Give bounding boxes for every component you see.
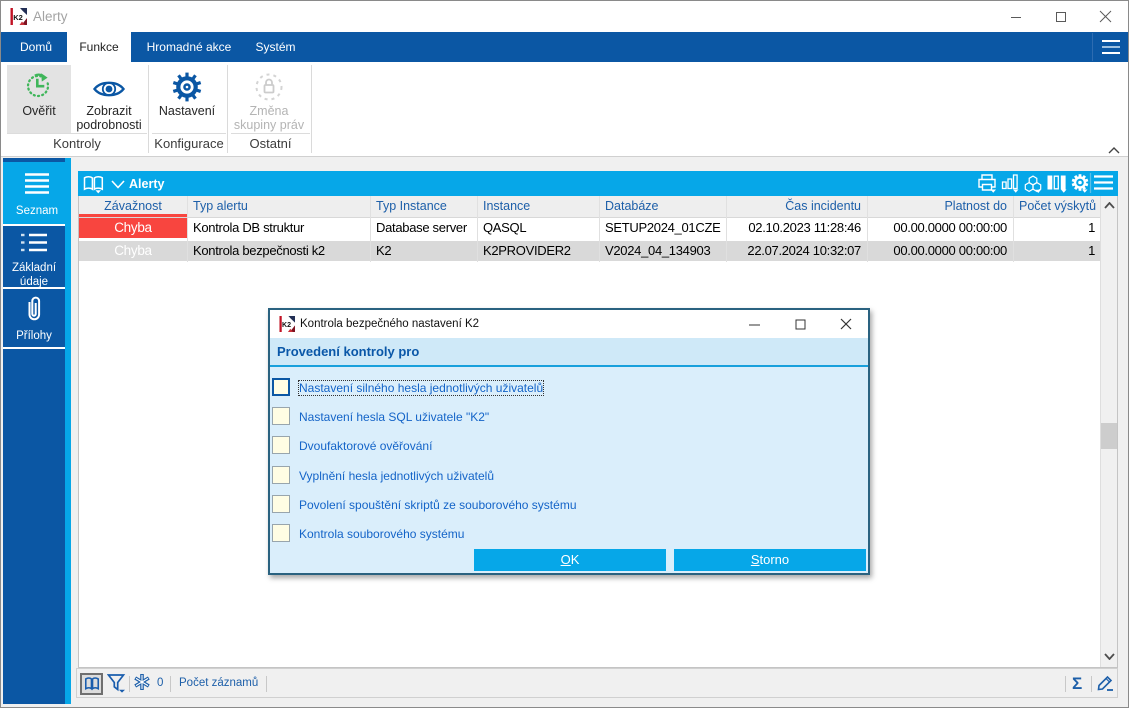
svg-text:K2: K2 [13, 13, 23, 22]
svg-text:K2: K2 [282, 322, 291, 329]
